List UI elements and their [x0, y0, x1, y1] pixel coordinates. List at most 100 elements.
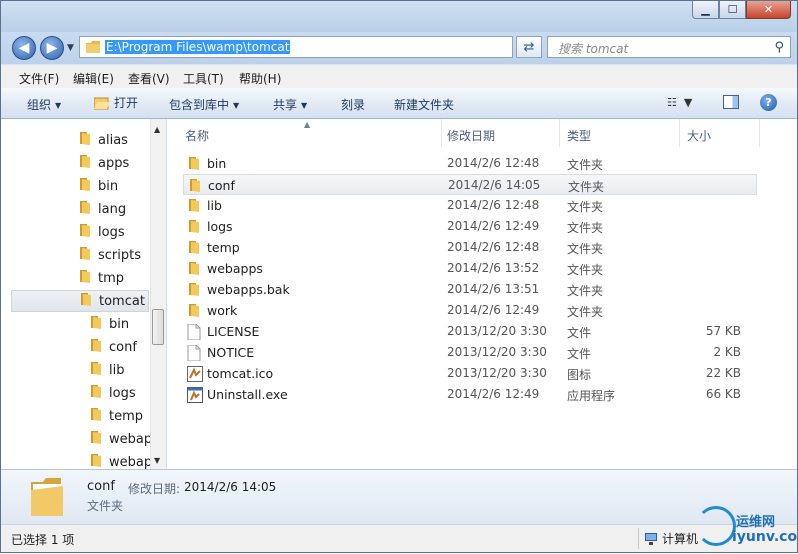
- watermark-en: iyunv.com: [732, 529, 798, 545]
- file-row-lib[interactable]: lib 2014/2/6 12:48 文件夹: [183, 195, 757, 216]
- address-path[interactable]: E:\Program Files\wamp\tomcat: [105, 40, 291, 54]
- chevron-down-icon: ▼: [55, 101, 62, 110]
- details-name: conf: [87, 479, 115, 494]
- folder-icon: [78, 154, 92, 172]
- file-row-NOTICE[interactable]: NOTICE 2013/12/20 3:30 文件 2 KB: [183, 342, 757, 363]
- watermark-cn: 运维网: [736, 515, 776, 530]
- new-folder-button[interactable]: 新建文件夹: [394, 96, 454, 113]
- file-icon: [187, 323, 201, 343]
- folder-icon: [89, 407, 103, 425]
- tree-item-bin[interactable]: bin: [89, 313, 129, 335]
- menu-bar: 文件(F) 编辑(E) 查看(V) 工具(T) 帮助(H): [1, 64, 797, 88]
- folder-icon: [188, 178, 202, 195]
- open-label: 打开: [114, 96, 139, 110]
- preview-pane-icon[interactable]: [723, 95, 739, 109]
- file-type: 应用程序: [567, 389, 616, 403]
- tree-item-alias[interactable]: alias: [78, 129, 128, 151]
- tree-item-tomcat[interactable]: tomcat: [11, 290, 149, 312]
- maximize-button[interactable]: ☐: [719, 1, 746, 19]
- forward-button[interactable]: ▶: [40, 36, 64, 60]
- tree-item-lang[interactable]: lang: [78, 198, 126, 220]
- tree-item-apps[interactable]: apps: [78, 152, 129, 174]
- tree-item-logs[interactable]: logs: [89, 382, 136, 404]
- tree-scrollbar[interactable]: ▲ ▼: [150, 119, 166, 469]
- minimize-button[interactable]: ▁: [692, 1, 719, 19]
- burn-label: 刻录: [341, 98, 366, 112]
- file-row-work[interactable]: work 2014/2/6 12:49 文件夹: [183, 300, 757, 321]
- folder-icon: [187, 240, 201, 257]
- menu-edit[interactable]: 编辑(E): [73, 70, 114, 87]
- back-button[interactable]: ◀: [12, 36, 36, 60]
- tree-item-tmp[interactable]: tmp: [78, 267, 124, 289]
- refresh-icon[interactable]: ⇄: [516, 36, 542, 58]
- scrollbar-thumb[interactable]: [152, 309, 164, 345]
- column-header-type[interactable]: 类型: [559, 119, 679, 147]
- file-size: 2 KB: [713, 345, 741, 359]
- folder-icon: [78, 246, 92, 264]
- scroll-up-icon[interactable]: ▲: [154, 125, 160, 134]
- file-row-bin[interactable]: bin 2014/2/6 12:48 文件夹: [183, 153, 757, 174]
- tree-item-temp[interactable]: temp: [89, 405, 143, 427]
- file-name: webapps: [207, 261, 263, 276]
- file-date: 2013/12/20 3:30: [447, 324, 547, 338]
- menu-help[interactable]: 帮助(H): [239, 70, 281, 87]
- command-bar: 组织 ▼ 打开 包含到库中 ▼ 共享 ▼ 刻录 新建文件夹 ☷ ▼ ?: [1, 88, 797, 119]
- tree-item-webap[interactable]: webap: [89, 451, 152, 469]
- file-row-temp[interactable]: temp 2014/2/6 12:48 文件夹: [183, 237, 757, 258]
- folder-icon: [187, 303, 201, 320]
- tree-item-lib[interactable]: lib: [89, 359, 124, 381]
- search-icon[interactable]: ⚲: [774, 40, 784, 55]
- file-row-Uninstall.exe[interactable]: Uninstall.exe 2014/2/6 12:49 应用程序 66 KB: [183, 384, 757, 405]
- folder-icon: [89, 384, 103, 402]
- folder-icon: [187, 198, 201, 215]
- column-header-date[interactable]: 修改日期: [441, 119, 559, 147]
- computer-location: 计算机: [644, 530, 698, 547]
- tree-item-label: webap: [109, 454, 153, 470]
- include-in-library-button[interactable]: 包含到库中 ▼: [169, 96, 239, 113]
- search-box[interactable]: 搜索 tomcat ⚲: [547, 36, 791, 58]
- tree-item-bin[interactable]: bin: [78, 175, 118, 197]
- open-button[interactable]: 打开: [94, 94, 138, 111]
- file-name: temp: [207, 240, 240, 255]
- file-name: NOTICE: [207, 345, 255, 360]
- file-row-webapps[interactable]: webapps 2014/2/6 13:52 文件夹: [183, 258, 757, 279]
- file-row-tomcat.ico[interactable]: tomcat.ico 2013/12/20 3:30 图标 22 KB: [183, 363, 757, 384]
- file-date: 2014/2/6 12:48: [447, 198, 540, 212]
- help-icon[interactable]: ?: [760, 94, 777, 111]
- computer-icon: [645, 532, 657, 545]
- tree-item-logs[interactable]: logs: [78, 221, 125, 243]
- file-type: 文件: [567, 347, 592, 361]
- file-name: LICENSE: [207, 324, 260, 339]
- close-button[interactable]: ✕: [746, 1, 791, 19]
- tree-item-webap[interactable]: webap: [89, 428, 152, 450]
- column-divider[interactable]: [759, 119, 760, 147]
- organize-button[interactable]: 组织 ▼: [27, 96, 61, 113]
- menu-view[interactable]: 查看(V): [128, 70, 170, 87]
- tree-item-label: logs: [98, 224, 125, 240]
- folder-icon: [89, 338, 103, 356]
- recent-pages-dropdown-icon[interactable]: ▼: [67, 43, 74, 53]
- file-row-conf[interactable]: conf 2014/2/6 14:05 文件夹: [183, 174, 757, 195]
- column-header-size[interactable]: 大小: [679, 119, 759, 147]
- search-placeholder[interactable]: 搜索 tomcat: [558, 40, 628, 57]
- scroll-down-icon[interactable]: ▼: [154, 456, 160, 465]
- file-row-webapps.bak[interactable]: webapps.bak 2014/2/6 13:51 文件夹: [183, 279, 757, 300]
- selection-count: 已选择 1 项: [11, 533, 75, 547]
- column-type-label: 类型: [567, 129, 592, 143]
- share-button[interactable]: 共享 ▼: [273, 96, 307, 113]
- address-bar[interactable]: E:\Program Files\wamp\tomcat: [79, 36, 513, 58]
- folder-icon: [89, 453, 103, 469]
- burn-button[interactable]: 刻录: [341, 96, 365, 113]
- menu-tools[interactable]: 工具(T): [183, 70, 224, 87]
- tree-item-conf[interactable]: conf: [89, 336, 137, 358]
- file-type: 文件夹: [567, 305, 604, 319]
- menu-file[interactable]: 文件(F): [19, 70, 59, 87]
- file-row-logs[interactable]: logs 2014/2/6 12:49 文件夹: [183, 216, 757, 237]
- file-type: 图标: [567, 368, 592, 382]
- view-options-icon[interactable]: ☷ ▼: [667, 96, 692, 109]
- folder-icon: [89, 430, 103, 448]
- file-date: 2014/2/6 12:49: [447, 219, 540, 233]
- tree-item-scripts[interactable]: scripts: [78, 244, 141, 266]
- file-row-LICENSE[interactable]: LICENSE 2013/12/20 3:30 文件 57 KB: [183, 321, 757, 342]
- column-header-name[interactable]: 名称: [167, 119, 441, 147]
